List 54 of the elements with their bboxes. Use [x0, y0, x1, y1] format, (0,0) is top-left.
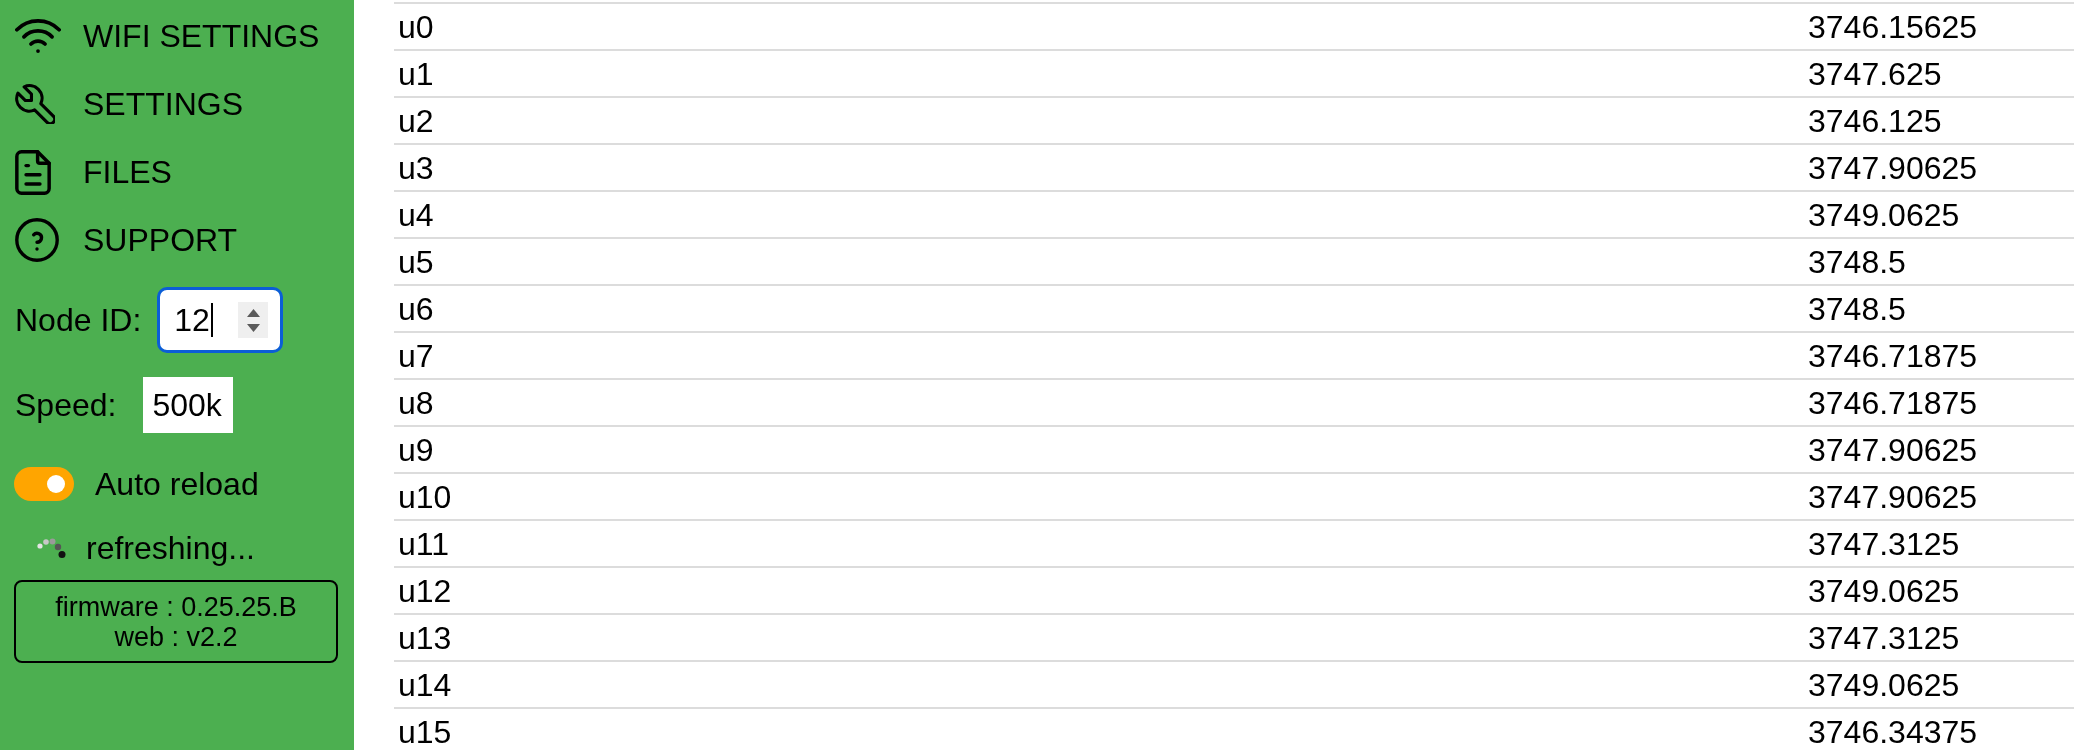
table-cell: u3 [398, 151, 434, 184]
table-cell: u9 [398, 433, 434, 466]
table-cell: u6 [398, 292, 434, 325]
table-cell: u7 [398, 339, 434, 372]
table-cell: 3747.90625 [1808, 480, 1978, 513]
number-input[interactable]: 12 [157, 287, 284, 353]
text-cursor-icon [210, 303, 213, 337]
table-cell: 3746.71875 [1808, 339, 1978, 372]
spinner-icon [37, 537, 66, 559]
number-stepper[interactable] [238, 302, 269, 338]
nav-item[interactable]: WIFI SETTINGS [0, 2, 354, 70]
status-text: refreshing... [86, 530, 255, 566]
table-cell: u12 [398, 574, 452, 607]
table-cell: u0 [398, 10, 434, 43]
table-cell: u4 [398, 198, 434, 231]
table-cell: 3747.3125 [1808, 621, 1960, 654]
table-cell: u13 [398, 621, 452, 654]
table-cell: u14 [398, 668, 452, 701]
table-cell: u8 [398, 386, 434, 419]
table-cell: 3747.90625 [1808, 433, 1978, 466]
table-cell: 3748.5 [1808, 245, 1906, 278]
caret-up-icon [246, 308, 260, 317]
field-label: Speed: [15, 387, 117, 423]
table-cell: 3746.71875 [1808, 386, 1978, 419]
table-cell: u11 [398, 527, 449, 560]
field-label: Node ID: [15, 302, 142, 338]
nav-item[interactable]: SUPPORT [0, 206, 354, 274]
table-cell: 3746.125 [1808, 104, 1942, 137]
wifi-icon [15, 19, 61, 53]
table-cell: 3749.0625 [1808, 574, 1960, 607]
help-icon [15, 218, 59, 262]
nav-item[interactable]: SETTINGS [0, 70, 354, 138]
table-cell: 3746.15625 [1808, 10, 1978, 43]
table-cell: u2 [398, 104, 434, 137]
toggle-label: Auto reload [95, 466, 259, 502]
table-cell: 3746.34375 [1808, 715, 1978, 748]
table-cell: 3749.0625 [1808, 198, 1960, 231]
table-cell: 3748.5 [1808, 292, 1906, 325]
table-cell: u5 [398, 245, 434, 278]
table-cell: 3747.625 [1808, 57, 1942, 90]
wrench-icon [15, 84, 55, 124]
speed-field[interactable]: 500k [143, 377, 234, 433]
table-cell: u10 [398, 480, 452, 513]
version-text: firmware : 0.25.25.B [55, 591, 297, 622]
table-cell: 3747.3125 [1808, 527, 1960, 560]
document-icon [15, 149, 51, 195]
toggle-switch[interactable] [14, 467, 74, 501]
caret-down-icon [246, 323, 260, 332]
table-cell: u1 [398, 57, 434, 90]
version-text: web : v2.2 [114, 621, 238, 652]
table-cell: u15 [398, 715, 452, 748]
table-cell: 3749.0625 [1808, 668, 1960, 701]
table-cell: 3747.90625 [1808, 151, 1978, 184]
nav-item[interactable]: FILES [0, 138, 354, 206]
